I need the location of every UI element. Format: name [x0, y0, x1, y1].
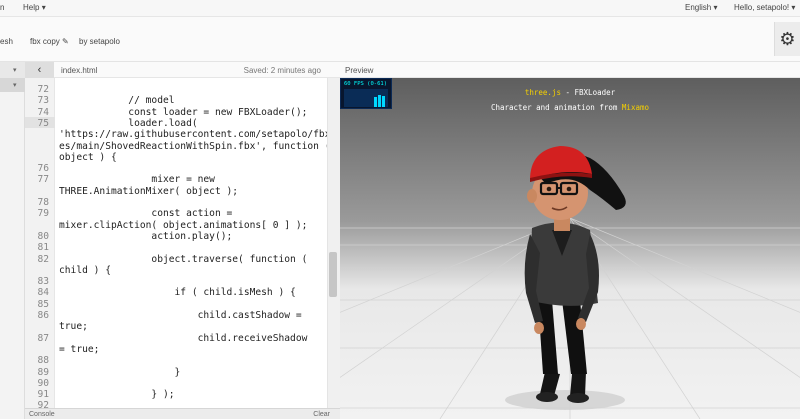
collapse-sidebar-button[interactable]: ‹: [25, 62, 54, 78]
scene-info-sub-text: Character and animation from: [490, 103, 622, 112]
user-menu[interactable]: Hello, setapolo! ▾: [734, 3, 795, 12]
line-number: 85: [37, 298, 49, 310]
code-line[interactable]: mixer = new: [59, 174, 215, 185]
preview-canvas[interactable]: 60 FPS (0-61) three.js - FBXLoader Chara…: [340, 78, 800, 419]
code-line[interactable]: const action =: [59, 208, 232, 219]
line-number: 77: [37, 174, 49, 186]
code-line[interactable]: THREE.AnimationMixer( object );: [59, 186, 238, 197]
editor-scrollbar-thumb[interactable]: [329, 252, 337, 297]
code-line[interactable]: // model: [59, 95, 174, 106]
project-title[interactable]: fbx copy ✎: [30, 37, 69, 46]
editor-filename[interactable]: index.html: [61, 66, 97, 75]
console-bar[interactable]: Console Clear: [25, 408, 340, 419]
language-select[interactable]: English ▾: [685, 3, 718, 12]
project-titlebar: esh fbx copy ✎ by setapolo: [0, 17, 800, 62]
line-number: 76: [37, 163, 49, 175]
scene-info-title: three.js - FBXLoader: [340, 88, 800, 97]
code-line[interactable]: mixer.clipAction( object.animations[ 0 ]…: [59, 220, 307, 231]
code-line[interactable]: }: [59, 367, 181, 378]
mixamo-link[interactable]: Mixamo: [622, 103, 649, 112]
line-number: 78: [37, 197, 49, 208]
language-label: English: [685, 3, 712, 12]
code-line[interactable]: if ( child.isMesh ) {: [59, 287, 296, 298]
help-label: Help: [23, 3, 40, 12]
editor-scrollbar[interactable]: [327, 78, 340, 408]
code-line[interactable]: child.castShadow =: [59, 310, 302, 321]
character-shadow: [505, 390, 625, 410]
console-clear-button[interactable]: Clear: [313, 411, 330, 418]
help-menu[interactable]: Help ▾: [23, 3, 46, 12]
line-number: 90: [37, 377, 49, 389]
pencil-icon[interactable]: ✎: [62, 37, 69, 46]
code-line[interactable]: } );: [59, 389, 174, 400]
character-model: [524, 146, 626, 403]
line-number: 83: [37, 276, 49, 288]
chevron-down-icon: ▾: [713, 3, 718, 12]
code-line[interactable]: = true;: [59, 344, 99, 355]
line-number: 86: [37, 310, 49, 321]
greeting-label: Hello, setapolo!: [734, 3, 790, 12]
line-number: 87: [37, 332, 49, 344]
menu-fragment[interactable]: n: [0, 3, 4, 12]
sidebar-selected-row[interactable]: ▾: [0, 78, 25, 92]
code-line[interactable]: object ) {: [59, 152, 117, 163]
chevron-down-icon[interactable]: ▾: [13, 81, 17, 89]
saved-status: Saved: 2 minutes ago: [243, 66, 321, 75]
file-sidebar-collapsed: ▾ ▾: [0, 62, 25, 419]
line-number: 89: [37, 366, 49, 378]
code-line[interactable]: loader.load(: [59, 118, 197, 129]
code-line[interactable]: true;: [59, 321, 88, 332]
scene-info-title-rest: - FBXLoader: [560, 88, 616, 97]
chevron-down-icon: ▾: [791, 3, 796, 12]
chevron-down-icon: ▾: [41, 3, 46, 12]
line-number: 84: [37, 287, 49, 299]
preview-label: Preview: [345, 66, 374, 75]
line-number: 72: [37, 84, 49, 95]
line-number: 88: [37, 355, 49, 367]
threejs-link[interactable]: three.js: [525, 88, 561, 97]
line-number: 91: [37, 389, 49, 401]
chevron-down-icon[interactable]: ▾: [13, 66, 17, 74]
preview-header: Preview: [340, 62, 800, 78]
project-title-label: fbx copy: [30, 37, 60, 46]
line-number: 82: [37, 253, 49, 265]
sidebar-header-row[interactable]: ▾: [0, 62, 25, 78]
code-line[interactable]: const loader = new FBXLoader();: [59, 107, 307, 118]
line-number: 79: [37, 208, 49, 220]
top-navbar: n Help ▾ English ▾ Hello, setapolo! ▾: [0, 0, 800, 17]
code-line[interactable]: action.play();: [59, 231, 232, 242]
line-number: 75: [37, 117, 49, 129]
scene-info-subtitle: Character and animation from Mixamo: [340, 103, 800, 112]
code-line[interactable]: object.traverse( function (: [59, 254, 307, 265]
line-number: 73: [37, 95, 49, 107]
line-number: 74: [37, 106, 49, 118]
settings-gear-icon[interactable]: ⚙: [774, 22, 800, 56]
line-number: 80: [37, 230, 49, 242]
refresh-button[interactable]: esh: [0, 37, 13, 46]
project-author[interactable]: by setapolo: [79, 37, 120, 46]
code-line[interactable]: child.receiveShadow: [59, 333, 308, 344]
code-line[interactable]: es/main/ShovedReactionWithSpin.fbx', fun…: [59, 141, 330, 152]
code-line[interactable]: 'https://raw.githubusercontent.com/setap…: [59, 129, 330, 140]
editor-header: ‹ index.html Saved: 2 minutes ago: [25, 62, 340, 78]
scene-3d: [340, 146, 800, 419]
code-line[interactable]: child ) {: [59, 265, 111, 276]
line-number: 81: [37, 242, 49, 254]
fps-label: 60 FPS (0-61): [344, 81, 388, 87]
console-label: Console: [29, 411, 55, 418]
chevron-left-icon: ‹: [37, 64, 42, 76]
